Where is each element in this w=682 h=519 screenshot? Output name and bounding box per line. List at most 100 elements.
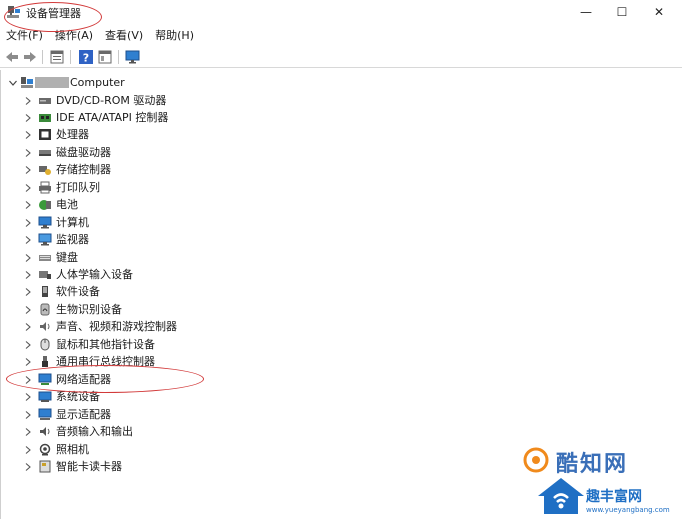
tree-category-item[interactable]: 智能卡读卡器 — [1, 458, 261, 475]
tree-category-label: 声音、视频和游戏控制器 — [56, 320, 177, 334]
tree-category-item[interactable]: 声音、视频和游戏控制器 — [1, 318, 261, 335]
console-tree-icon[interactable] — [97, 49, 113, 65]
chevron-right-icon[interactable] — [23, 113, 33, 123]
tree-category-item[interactable]: 通用串行总线控制器 — [1, 353, 261, 370]
device-manager-icon — [7, 6, 20, 18]
help-icon[interactable]: ? — [78, 49, 94, 65]
tree-category-item[interactable]: 打印队列 — [1, 179, 261, 196]
tree-category-label: 打印队列 — [56, 180, 100, 194]
back-arrow-icon[interactable] — [4, 49, 20, 65]
chevron-right-icon[interactable] — [23, 148, 33, 158]
menu-action[interactable]: 操作(A) — [49, 27, 99, 45]
tree-category-label: 人体学输入设备 — [56, 268, 133, 281]
tree-category-item[interactable]: 软件设备 — [1, 283, 261, 300]
chevron-right-icon[interactable] — [23, 287, 33, 297]
computer-root-icon — [21, 77, 33, 88]
menu-bar: 文件(F) 操作(A) 查看(V) 帮助(H) — [0, 27, 200, 45]
storage-controller-icon — [39, 166, 51, 176]
toolbar: ? — [0, 46, 682, 68]
printer-icon — [39, 181, 51, 194]
minimize-button[interactable]: — — [568, 0, 604, 24]
chevron-right-icon[interactable] — [23, 305, 33, 315]
chevron-right-icon[interactable] — [23, 340, 33, 350]
menu-view[interactable]: 查看(V) — [99, 27, 149, 45]
battery-icon — [39, 200, 51, 211]
tree-category-item[interactable]: 音频输入和输出 — [1, 423, 261, 440]
tree-category-item[interactable]: 监视器 — [1, 231, 261, 248]
tree-category-label: 系统设备 — [56, 390, 100, 404]
tree-category-label: 存储控制器 — [56, 163, 111, 177]
tree-category-item[interactable]: 电池 — [1, 196, 261, 213]
menu-file[interactable]: 文件(F) — [0, 27, 49, 45]
watermark-bottom-text: 趣丰富网 — [586, 489, 642, 505]
camera-icon — [39, 443, 51, 455]
tree-category-label: 电池 — [56, 198, 78, 212]
chevron-right-icon[interactable] — [23, 235, 33, 245]
tree-category-item[interactable]: 照相机 — [1, 441, 261, 458]
tree-category-label: 键盘 — [56, 250, 78, 264]
tree-category-item[interactable]: 计算机 — [1, 214, 261, 231]
chevron-right-icon[interactable] — [23, 96, 33, 106]
sound-icon — [40, 322, 50, 332]
smart-card-icon — [39, 460, 51, 473]
tree-category-label: 音频输入和输出 — [56, 425, 133, 439]
tree-category-item[interactable]: 磁盘驱动器 — [1, 144, 261, 161]
menu-help[interactable]: 帮助(H) — [149, 27, 200, 45]
chevron-right-icon[interactable] — [23, 183, 33, 193]
tree-category-item[interactable]: 系统设备 — [1, 388, 261, 405]
properties-icon[interactable] — [49, 49, 65, 65]
tree-root[interactable]: Computer — [1, 74, 201, 91]
usb-icon — [42, 356, 48, 368]
house-logo-icon — [538, 478, 584, 514]
system-device-icon — [38, 391, 52, 403]
tree-category-item[interactable]: 存储控制器 — [1, 161, 261, 178]
chevron-right-icon[interactable] — [23, 322, 33, 332]
tree-category-label: 生物识别设备 — [56, 302, 122, 316]
chevron-right-icon[interactable] — [23, 462, 33, 472]
toolbar-separator — [42, 50, 43, 64]
window-title: 设备管理器 — [26, 7, 81, 20]
tree-category-item[interactable]: 鼠标和其他指针设备 — [1, 336, 261, 353]
tree-category-label: IDE ATA/ATAPI 控制器 — [56, 110, 169, 124]
maximize-button[interactable]: ☐ — [604, 0, 640, 24]
chevron-right-icon[interactable] — [23, 427, 33, 437]
tree-category-item[interactable]: 键盘 — [1, 249, 261, 266]
tree-category-item[interactable]: 人体学输入设备 — [1, 266, 261, 283]
chevron-right-icon[interactable] — [23, 357, 33, 367]
ide-controller-icon — [39, 113, 51, 122]
chevron-right-icon[interactable] — [23, 410, 33, 420]
keyboard-icon — [39, 254, 51, 261]
toolbar-separator — [70, 50, 71, 64]
chevron-right-icon[interactable] — [23, 253, 33, 263]
monitor-icon — [38, 233, 52, 246]
tree-category-label: 监视器 — [56, 233, 89, 247]
dvd-drive-icon — [39, 97, 51, 104]
chevron-right-icon[interactable] — [23, 200, 33, 210]
network-adapter-icon — [38, 373, 52, 385]
tree-category-item[interactable]: 生物识别设备 — [1, 301, 261, 318]
toolbar-separator — [118, 50, 119, 64]
chevron-right-icon[interactable] — [23, 392, 33, 402]
biometric-icon — [40, 303, 50, 316]
tree-category-item[interactable]: DVD/CD-ROM 驱动器 — [1, 92, 261, 109]
title-bar: 设备管理器 — ☐ ✕ — [0, 0, 682, 26]
chevron-right-icon[interactable] — [23, 130, 33, 140]
forward-arrow-icon[interactable] — [22, 49, 38, 65]
close-button[interactable]: ✕ — [641, 0, 677, 24]
chevron-right-icon[interactable] — [23, 270, 33, 280]
chevron-right-icon[interactable] — [23, 165, 33, 175]
tree-category-item[interactable]: 网络适配器 — [1, 371, 261, 388]
tree-category-item[interactable]: 显示适配器 — [1, 406, 261, 423]
tree-category-item[interactable]: IDE ATA/ATAPI 控制器 — [1, 109, 261, 126]
tree-category-item[interactable]: 处理器 — [1, 126, 261, 143]
tree-category-label: 网络适配器 — [56, 372, 111, 386]
tree-category-label: 显示适配器 — [56, 407, 111, 421]
chevron-right-icon[interactable] — [23, 445, 33, 455]
software-device-icon — [42, 286, 48, 298]
chevron-down-icon[interactable] — [8, 78, 18, 88]
chevron-right-icon[interactable] — [23, 375, 33, 385]
chevron-right-icon[interactable] — [23, 218, 33, 228]
monitor-scan-icon[interactable] — [125, 49, 141, 65]
watermark-url: www.yueyangbang.com — [586, 506, 670, 514]
tree-category-label: 照相机 — [56, 442, 89, 456]
